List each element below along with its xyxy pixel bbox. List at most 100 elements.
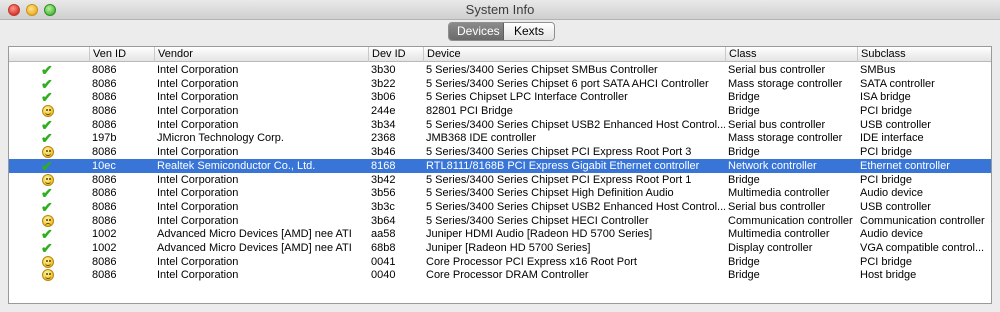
tab-segmented-control: Devices Kexts: [448, 22, 555, 41]
tab-kexts[interactable]: Kexts: [504, 23, 554, 40]
status-cell: [9, 255, 89, 269]
ven-id-cell: 8086: [92, 200, 117, 213]
table-row[interactable]: 8086 Intel Corporation 0040 Core Processor …: [9, 268, 991, 282]
vendor-cell: Intel Corporation: [157, 77, 239, 90]
ven-id-cell: 8086: [92, 64, 117, 76]
title-bar[interactable]: System Info: [0, 0, 1000, 20]
vendor-cell: Realtek Semiconductor Co., Ltd.: [157, 159, 316, 172]
subclass-cell: ISA bridge: [860, 91, 911, 104]
vendor-cell: Intel Corporation: [157, 64, 239, 76]
status-cell: ✔: [9, 159, 89, 173]
class-cell: Bridge: [728, 173, 760, 186]
dev-id-cell: 68b8: [371, 241, 396, 254]
dev-id-cell: 3b3c: [371, 200, 395, 213]
sad-face-icon: [42, 214, 54, 227]
status-cell: [9, 104, 89, 118]
table-row[interactable]: ✔ 8086 Intel Corporation 3b06 5 Series Chips…: [9, 90, 991, 104]
column-header-class[interactable]: Class: [725, 47, 857, 62]
class-cell: Display controller: [728, 241, 813, 254]
window-title: System Info: [465, 2, 535, 17]
table-row[interactable]: ✔ 8086 Intel Corporation 3b34 5 Series/3400 …: [9, 118, 991, 132]
class-cell: Bridge: [728, 105, 760, 118]
devices-table: Ven ID Vendor Dev ID Device Class Subcla…: [8, 46, 992, 304]
class-cell: Bridge: [728, 269, 760, 282]
checkmark-icon: ✔: [41, 186, 53, 201]
checkmark-icon: ✔: [41, 76, 53, 91]
checkmark-icon: ✔: [41, 117, 53, 132]
column-header-dev-id[interactable]: Dev ID: [368, 47, 423, 62]
device-cell: 5 Series/3400 Series Chipset HECI Contro…: [426, 214, 649, 227]
status-cell: ✔: [9, 63, 89, 77]
dev-id-cell: 8168: [371, 159, 396, 172]
ven-id-cell: 8086: [92, 118, 117, 131]
subclass-cell: Audio device: [860, 228, 923, 241]
subclass-cell: Communication controller: [860, 214, 985, 227]
toolbar: Devices Kexts: [0, 20, 1000, 42]
table-row[interactable]: 8086 Intel Corporation 3b42 5 Series/3400 S…: [9, 173, 991, 187]
vendor-cell: Advanced Micro Devices [AMD] nee ATI: [157, 241, 352, 254]
ven-id-cell: 8086: [92, 255, 117, 268]
table-row[interactable]: 8086 Intel Corporation 244e 82801 PCI Bridg…: [9, 104, 991, 118]
table-row[interactable]: ✔ 1002 Advanced Micro Devices [AMD] nee AT…: [9, 241, 991, 255]
class-cell: Multimedia controller: [728, 187, 830, 200]
dev-id-cell: 3b22: [371, 77, 396, 90]
checkmark-icon: ✔: [41, 90, 53, 105]
status-cell: ✔: [9, 200, 89, 214]
table-row[interactable]: ✔ 8086 Intel Corporation 3b56 5 Series/3400 …: [9, 186, 991, 200]
status-cell: [9, 214, 89, 228]
table-row[interactable]: ✔ 197b JMicron Technology Corp. 2368 JMB368 …: [9, 131, 991, 145]
table-row[interactable]: 8086 Intel Corporation 3b46 5 Series/3400 S…: [9, 145, 991, 159]
class-cell: Communication controller: [728, 214, 853, 227]
ven-id-cell: 8086: [92, 187, 117, 200]
device-cell: Core Processor PCI Express x16 Root Port: [426, 255, 637, 268]
smiley-face-icon: [42, 255, 54, 268]
device-cell: 5 Series Chipset LPC Interface Controlle…: [426, 91, 628, 104]
column-header-status[interactable]: [9, 47, 89, 62]
column-header-device[interactable]: Device: [423, 47, 725, 62]
dev-id-cell: 2368: [371, 132, 396, 145]
table-row[interactable]: ✔ 8086 Intel Corporation 3b22 5 Series/3400 …: [9, 77, 991, 91]
subclass-cell: Ethernet controller: [860, 159, 950, 172]
checkmark-icon: ✔: [41, 63, 53, 77]
vendor-cell: Intel Corporation: [157, 146, 239, 159]
column-header-ven-id[interactable]: Ven ID: [89, 47, 154, 62]
subclass-cell: SATA controller: [860, 77, 935, 90]
dev-id-cell: 3b64: [371, 214, 396, 227]
status-cell: ✔: [9, 241, 89, 255]
subclass-cell: PCI bridge: [860, 173, 912, 186]
table-row[interactable]: ✔ 1002 Advanced Micro Devices [AMD] nee AT…: [9, 227, 991, 241]
smiley-face-icon: [42, 269, 54, 282]
checkmark-icon: ✔: [41, 158, 53, 173]
column-header-vendor[interactable]: Vendor: [154, 47, 368, 62]
ven-id-cell: 8086: [92, 105, 117, 118]
subclass-cell: PCI bridge: [860, 255, 912, 268]
device-cell: 5 Series/3400 Series Chipset High Defini…: [426, 187, 674, 200]
status-cell: [9, 145, 89, 159]
table-row[interactable]: 8086 Intel Corporation 3b64 5 Series/3400 S…: [9, 214, 991, 228]
tab-devices[interactable]: Devices: [449, 23, 504, 40]
dev-id-cell: 0040: [371, 269, 396, 282]
table-row[interactable]: ✔ 8086 Intel Corporation 3b3c 5 Series/3400 …: [9, 200, 991, 214]
column-header-subclass[interactable]: Subclass: [857, 47, 991, 62]
table-row[interactable]: ✔ 10ec Realtek Semiconductor Co., Ltd. 8168…: [9, 158, 991, 173]
vendor-cell: Intel Corporation: [157, 105, 239, 118]
ven-id-cell: 197b: [92, 132, 117, 145]
device-cell: Juniper HDMI Audio [Radeon HD 5700 Serie…: [426, 228, 653, 241]
checkmark-icon: ✔: [41, 131, 53, 146]
class-cell: Serial bus controller: [728, 118, 826, 131]
class-cell: Serial bus controller: [728, 200, 826, 213]
dev-id-cell: 3b46: [371, 146, 396, 159]
subclass-cell: PCI bridge: [860, 146, 912, 159]
system-info-window: System Info Devices Kexts Ven ID Vendor …: [0, 0, 1000, 312]
dev-id-cell: 0041: [371, 255, 396, 268]
dev-id-cell: aa58: [371, 228, 396, 241]
device-cell: Core Processor DRAM Controller: [426, 269, 589, 282]
subclass-cell: Host bridge: [860, 269, 917, 282]
vendor-cell: Advanced Micro Devices [AMD] nee ATI: [157, 228, 352, 241]
subclass-cell: PCI bridge: [860, 105, 912, 118]
device-cell: 82801 PCI Bridge: [426, 105, 513, 118]
ven-id-cell: 10ec: [92, 159, 116, 172]
table-row[interactable]: ✔ 8086 Intel Corporation 3b30 5 Series/3400 …: [9, 63, 991, 77]
table-row[interactable]: 8086 Intel Corporation 0041 Core Processor …: [9, 255, 991, 269]
dev-id-cell: 3b56: [371, 187, 396, 200]
